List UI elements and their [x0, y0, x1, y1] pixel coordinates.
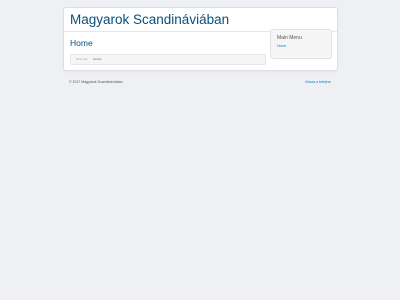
- back-to-top-link[interactable]: Vissza a tetejére: [305, 80, 331, 84]
- main-container: Magyarok Scandináviában Home Itt itt van…: [63, 7, 338, 71]
- sidebar-item-home[interactable]: Home: [277, 44, 286, 48]
- breadcrumb-current: Kezdo: [93, 57, 102, 61]
- breadcrumb: Itt itt van: Kezdo: [70, 54, 266, 65]
- page-title: Home: [70, 38, 93, 48]
- sidebar-main-menu: Main Menu Home: [270, 29, 332, 59]
- breadcrumb-here-label: Itt itt van:: [76, 57, 89, 61]
- footer-copyright: © 2017 Magyarok Scandináviában: [69, 80, 123, 84]
- sidebar-title: Main Menu: [277, 35, 302, 41]
- site-title[interactable]: Magyarok Scandináviában: [70, 12, 229, 27]
